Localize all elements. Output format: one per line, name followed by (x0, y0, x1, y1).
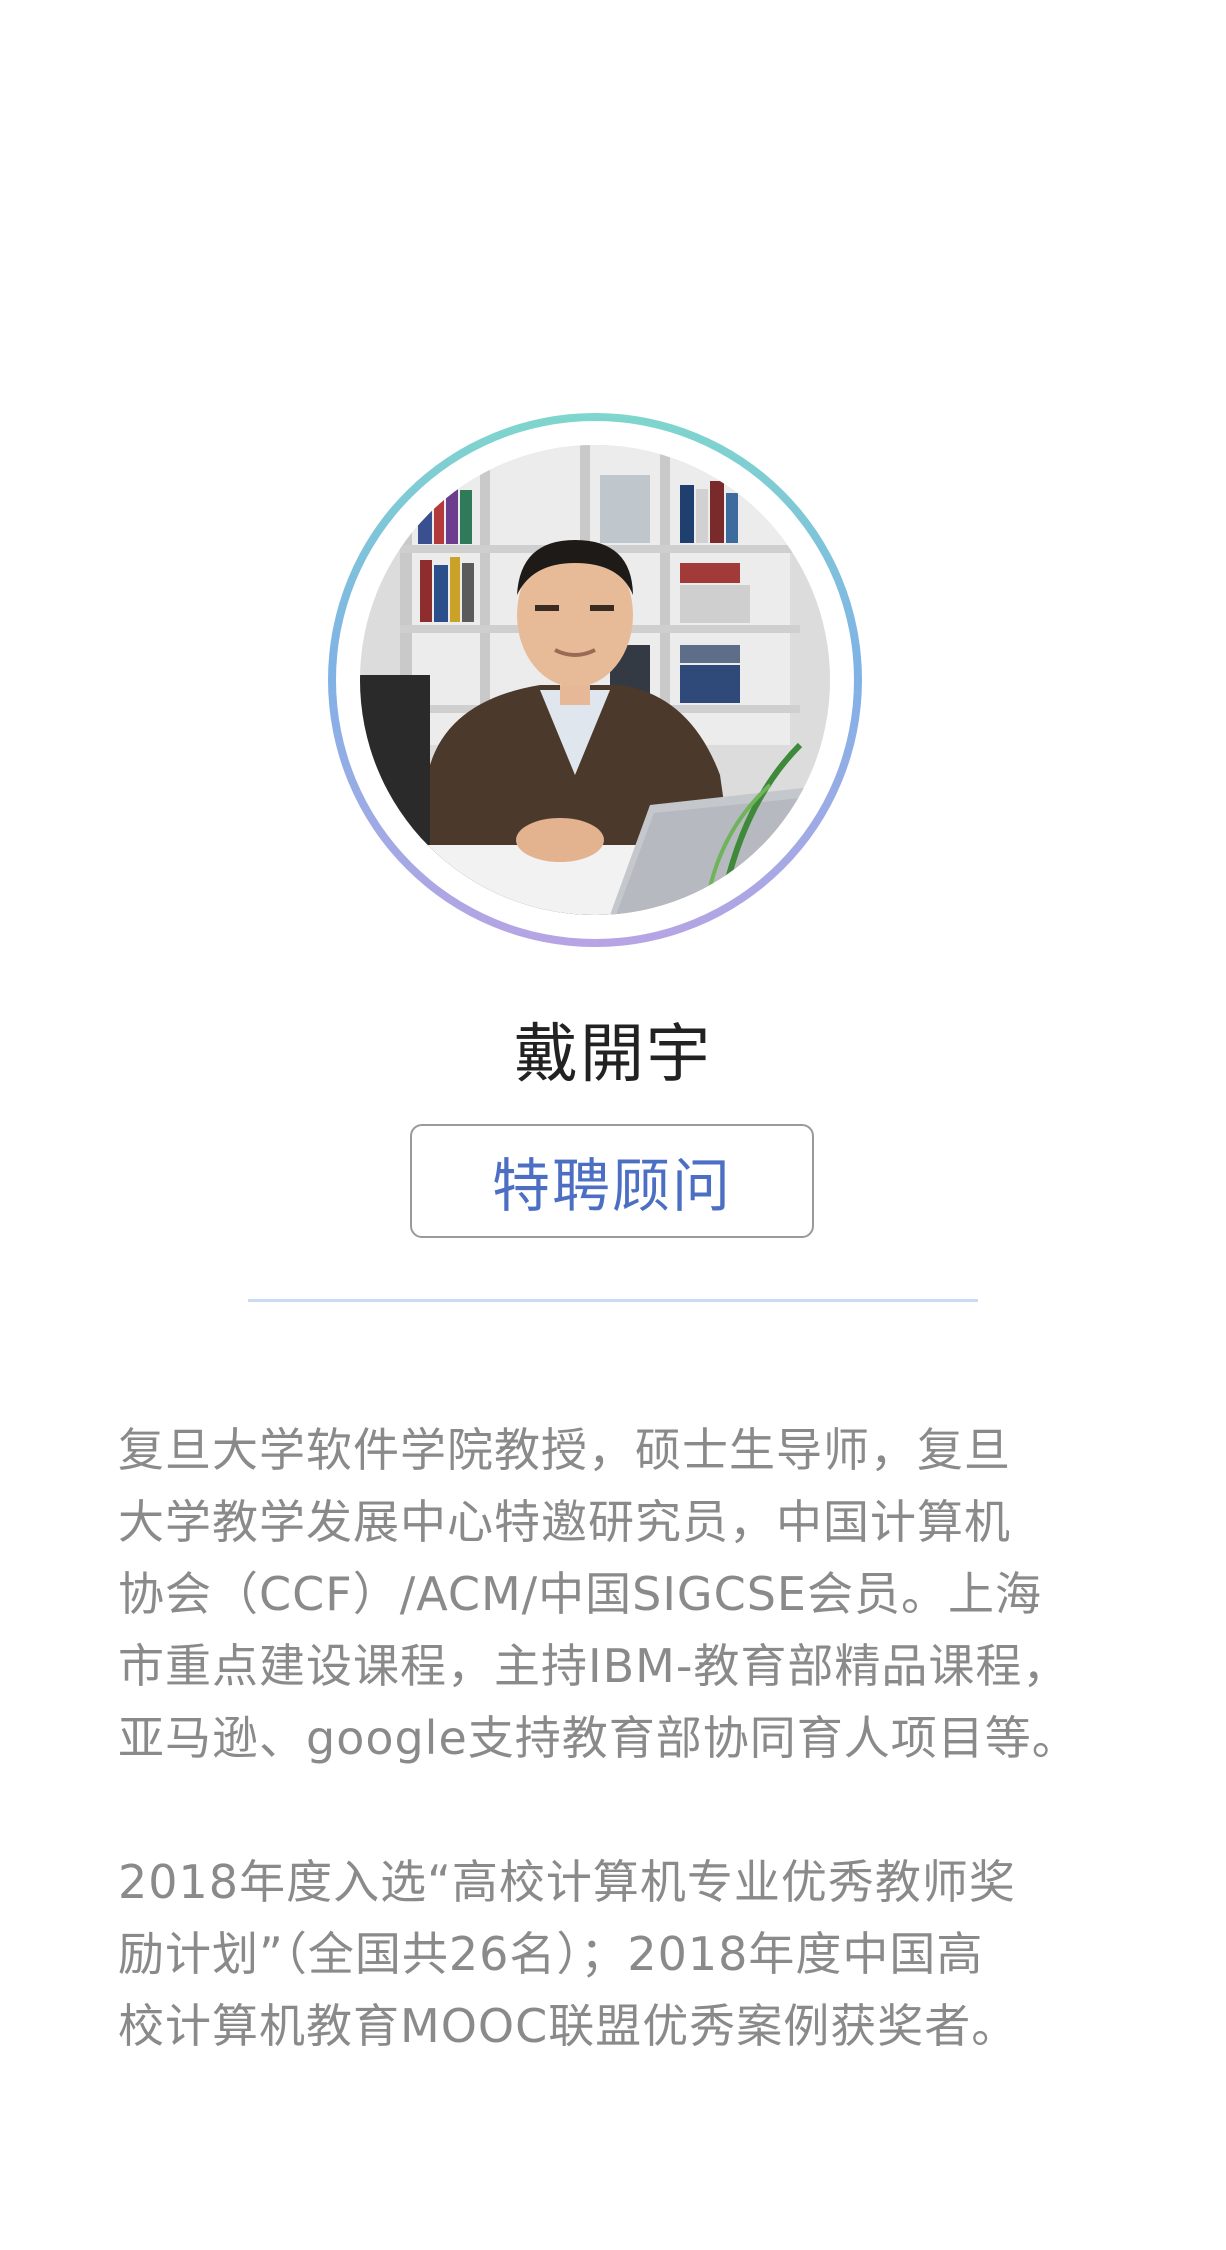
avatar (360, 445, 830, 915)
title-badge: 特聘顾问 (410, 1124, 814, 1238)
avatar-ring (328, 413, 862, 947)
profile-photo (360, 445, 830, 915)
profile-name: 戴開宇 (514, 1018, 712, 1092)
divider (248, 1299, 978, 1302)
bio-paragraph: 2018年度入选“高校计算机专业优秀教师奖 励计划”（全国共26名）；2018年… (118, 1855, 1019, 2053)
title-label: 特聘顾问 (491, 1152, 732, 1220)
bio-paragraph: 复旦大学软件学院教授，硕士生导师，复旦 大学教学发展中心特邀研究员，中国计算机 … (118, 1423, 1079, 1765)
